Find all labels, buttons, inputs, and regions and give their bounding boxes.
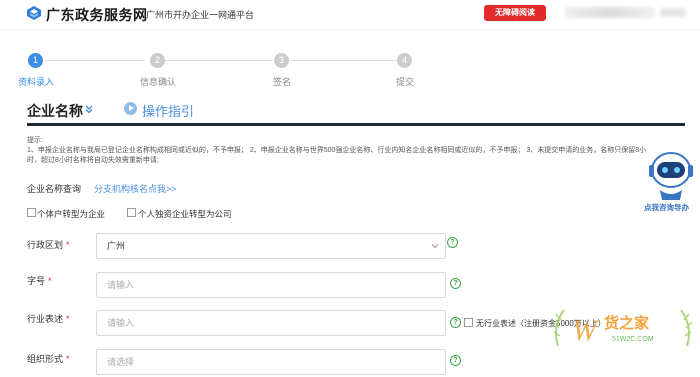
step-1-circle: 1 [28, 53, 43, 68]
sole-proprietor-to-company-label: 个人独资企业转型为公司 [138, 209, 232, 219]
tips-heading: 提示: [27, 137, 43, 144]
help-icon[interactable]: ? [450, 355, 461, 366]
org-form-label: 组织形式 * [27, 354, 70, 364]
required-mark: * [66, 354, 70, 364]
site-logo-text[interactable]: 广东政务服务网 [46, 5, 148, 25]
tips-body: 1、申报企业名称与我局已登记企业名称构成相同或近似的，不予申报； 2、申报企业名… [27, 147, 647, 164]
step-connector [45, 60, 145, 61]
tips-block: 提示: 1、申报企业名称与我局已登记企业名称构成相同或近似的，不予申报； 2、申… [27, 136, 652, 166]
region-select-value: 广州 [107, 241, 126, 251]
help-icon[interactable]: ? [447, 237, 458, 248]
user-menu-blurred[interactable] [660, 8, 686, 17]
user-info-blurred[interactable] [565, 7, 655, 18]
watermark-text: 货之家 [604, 315, 650, 332]
watermark-letter: W [572, 314, 600, 347]
consult-guide-label[interactable]: 点我咨询导办 [644, 202, 689, 213]
org-form-select[interactable]: 请选择 [96, 349, 446, 375]
double-chevron-down-icon[interactable] [84, 104, 94, 114]
chevron-down-icon [431, 244, 439, 249]
operation-guide-link[interactable]: 操作指引 [142, 101, 194, 120]
trade-name-input[interactable]: 请输入 [96, 272, 446, 298]
required-mark: * [48, 276, 52, 286]
help-icon[interactable]: ? [450, 317, 461, 328]
top-header: 广东政务服务网 广州市开办企业一网通平台 无障碍阅读 [0, 0, 700, 30]
required-mark: * [66, 314, 70, 324]
step-3-circle: 3 [274, 53, 289, 68]
branch-name-check-link[interactable]: 分支机构核名点我>> [94, 182, 177, 195]
step-4-circle: 4 [397, 53, 412, 68]
sole-proprietor-to-company-checkbox[interactable] [127, 208, 136, 217]
individual-to-enterprise-checkbox[interactable] [27, 208, 36, 217]
name-query-label: 企业名称查询 [27, 184, 82, 194]
robot-assistant-icon[interactable] [646, 148, 696, 204]
region-label: 行政区划 * [27, 240, 70, 250]
industry-placeholder: 请输入 [107, 318, 135, 328]
step-2-circle: 2 [150, 53, 165, 68]
progress-steps: 1 资料录入 2 信息确认 3 签名 4 提交 [0, 48, 700, 88]
step-2-label: 信息确认 [139, 77, 176, 87]
section-divider [27, 123, 685, 126]
trade-name-placeholder: 请输入 [107, 280, 135, 290]
step-connector [290, 60, 398, 61]
step-3-label: 签名 [272, 77, 291, 87]
trade-name-label: 字号 * [27, 276, 52, 286]
section-title: 企业名称 [27, 103, 83, 119]
gd-gov-logo-icon[interactable] [26, 5, 42, 21]
individual-to-enterprise-label: 个体户转型为企业 [37, 209, 106, 219]
platform-subtitle: 广州市开办企业一网通平台 [146, 10, 255, 20]
accessibility-reading-button[interactable]: 无障碍阅读 [484, 5, 546, 21]
required-mark: * [66, 240, 70, 250]
region-select[interactable]: 广州 [96, 233, 446, 259]
play-icon[interactable] [124, 102, 137, 115]
industry-label: 行业表述 * [27, 314, 70, 324]
industry-input[interactable]: 请输入 [96, 310, 446, 336]
no-industry-checkbox[interactable] [464, 318, 473, 327]
org-form-placeholder: 请选择 [107, 357, 135, 367]
help-icon[interactable]: ? [450, 278, 461, 289]
watermark-subtext: 51W2C.COM [612, 336, 654, 343]
step-connector [165, 60, 273, 61]
step-1-label: 资料录入 [17, 77, 54, 87]
step-4-label: 提交 [395, 77, 414, 87]
